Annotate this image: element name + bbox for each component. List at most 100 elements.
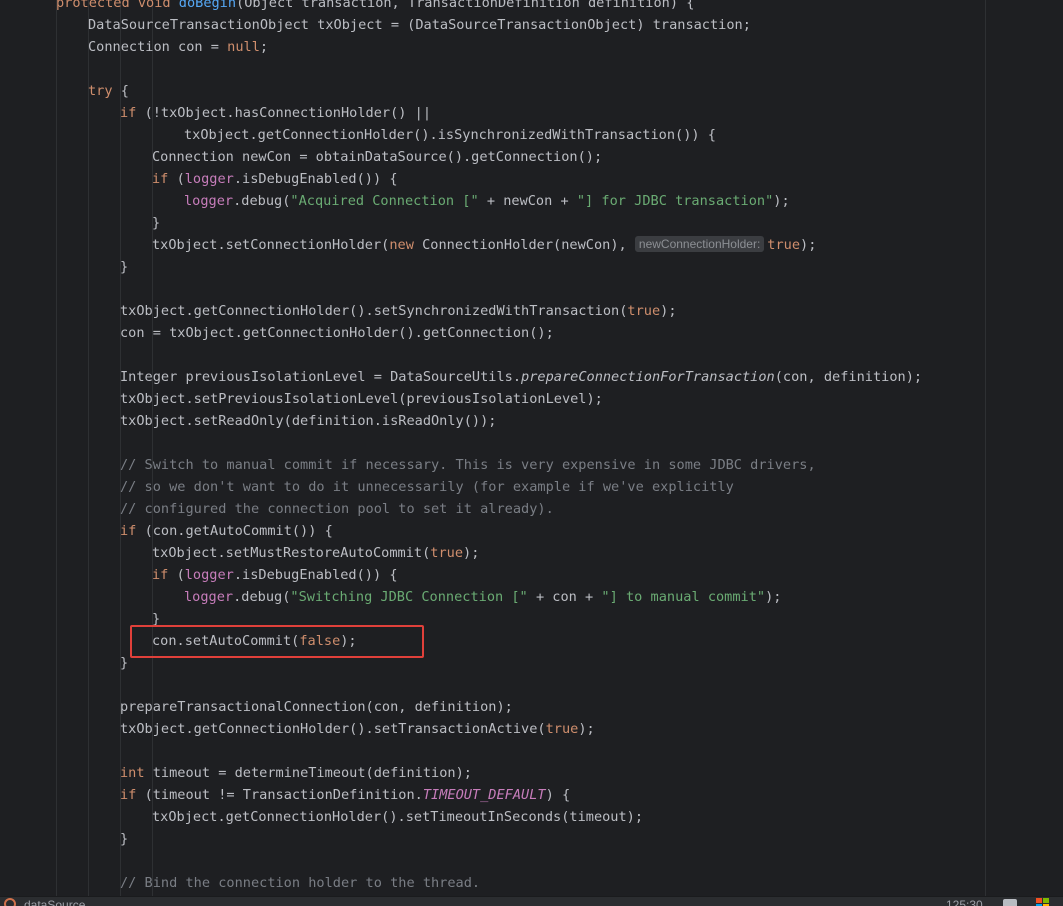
code-line[interactable]: if (!txObject.hasConnectionHolder() || [120, 102, 431, 124]
status-bar: dataSource 125:30 [0, 896, 1063, 906]
code-line[interactable]: con = txObject.getConnectionHolder().get… [120, 322, 554, 344]
code-token: Connection newCon = obtainDataSource().g… [152, 149, 603, 165]
code-line[interactable]: logger.debug("Switching JDBC Connection … [184, 586, 781, 608]
code-token: logger [184, 589, 234, 605]
code-line[interactable]: txObject.setConnectionHolder(new Connect… [152, 234, 816, 256]
code-token: (Object transaction, TransactionDefiniti… [236, 0, 695, 11]
windows-icon[interactable] [1036, 898, 1050, 906]
code-token: "] to manual commit" [601, 589, 766, 605]
code-token: try [88, 83, 121, 99]
code-line[interactable]: txObject.setPreviousIsolationLevel(previ… [120, 388, 603, 410]
code-token: logger [184, 171, 234, 187]
code-token: DataSourceTransactionObject txObject = (… [88, 17, 751, 33]
code-token: protected [56, 0, 138, 11]
code-line[interactable]: txObject.setMustRestoreAutoCommit(true); [152, 542, 479, 564]
code-line[interactable]: // configured the connection pool to set… [120, 498, 554, 520]
code-token: Integer previousIsolationLevel = DataSou… [120, 369, 522, 385]
code-token: txObject.setReadOnly(definition.isReadOn… [120, 413, 497, 429]
code-token: "Acquired Connection [" [290, 193, 487, 209]
code-line[interactable]: } [120, 828, 128, 850]
code-token: void [137, 0, 179, 11]
code-token: // so we don't want to do it unnecessari… [120, 479, 734, 495]
database-icon[interactable] [4, 898, 16, 906]
code-line[interactable]: int timeout = determineTimeout(definitio… [120, 762, 472, 784]
code-token: if [152, 567, 177, 583]
code-token: txObject.getConnectionHolder().setSynchr… [120, 303, 628, 319]
code-line[interactable]: txObject.getConnectionHolder().isSynchro… [184, 124, 716, 146]
code-line[interactable]: txObject.getConnectionHolder().setTransa… [120, 718, 595, 740]
datasource-label[interactable]: dataSource [24, 898, 85, 906]
code-token: if [120, 787, 145, 803]
code-token: if [120, 105, 145, 121]
code-line[interactable]: // Switch to manual commit if necessary.… [120, 454, 816, 476]
code-line[interactable]: Connection con = null; [88, 36, 268, 58]
code-line[interactable]: } [120, 652, 128, 674]
code-token: ); [800, 237, 817, 253]
code-token: true [627, 303, 661, 319]
code-token: logger [184, 193, 234, 209]
code-token: txObject.getConnectionHolder().isSynchro… [184, 127, 716, 143]
code-token: int [120, 765, 153, 781]
code-token: true [430, 545, 464, 561]
code-token: txObject.getConnectionHolder().setTransa… [120, 721, 546, 737]
code-token: ( [176, 171, 185, 187]
code-token: if [152, 171, 177, 187]
code-token: ConnectionHolder(newCon), [422, 237, 635, 253]
code-token: ) { [545, 787, 571, 803]
code-line[interactable]: // Bind the connection holder to the thr… [120, 872, 480, 894]
code-token: true [767, 237, 801, 253]
code-editor[interactable]: protected void doBegin(Object transactio… [0, 0, 1063, 896]
code-token: } [120, 655, 129, 671]
code-token: if [120, 523, 145, 539]
code-token: txObject.setConnectionHolder( [152, 237, 390, 253]
code-token: (con, definition); [774, 369, 923, 385]
indent-guide [88, 0, 89, 896]
code-token: prepareConnectionForTransaction [521, 369, 775, 385]
parameter-hint: newConnectionHolder: [634, 236, 765, 252]
code-line[interactable]: logger.debug("Acquired Connection [" + n… [184, 190, 790, 212]
code-token: ); [660, 303, 677, 319]
code-token: + newCon + [486, 193, 577, 209]
code-line[interactable]: txObject.getConnectionHolder().setSynchr… [120, 300, 677, 322]
code-line[interactable]: if (con.getAutoCommit()) { [120, 520, 333, 542]
caret-position[interactable]: 125:30 [946, 898, 983, 906]
code-token: txObject.setMustRestoreAutoCommit( [152, 545, 431, 561]
code-token: (!txObject.hasConnectionHolder() || [144, 105, 432, 121]
lock-icon[interactable] [1003, 899, 1017, 906]
code-line[interactable]: if (timeout != TransactionDefinition.TIM… [120, 784, 570, 806]
code-line[interactable]: DataSourceTransactionObject txObject = (… [88, 14, 751, 36]
code-line[interactable]: if (logger.isDebugEnabled()) { [152, 564, 398, 586]
code-line[interactable]: try { [88, 80, 129, 102]
code-token: null [227, 39, 260, 55]
code-token: "] for JDBC transaction" [576, 193, 774, 209]
code-token: ); [578, 721, 595, 737]
code-line[interactable]: txObject.setReadOnly(definition.isReadOn… [120, 410, 496, 432]
right-margin-guide [985, 0, 986, 896]
code-token: { [120, 83, 129, 99]
code-token: } [120, 831, 129, 847]
highlight-annotation-box [130, 625, 424, 658]
code-token: ); [773, 193, 790, 209]
code-line[interactable]: protected void doBegin(Object transactio… [56, 0, 694, 14]
code-token: // Switch to manual commit if necessary.… [120, 457, 816, 473]
code-line[interactable]: if (logger.isDebugEnabled()) { [152, 168, 398, 190]
code-token: txObject.setPreviousIsolationLevel(previ… [120, 391, 603, 407]
code-line[interactable]: } [152, 212, 160, 234]
code-line[interactable]: Connection newCon = obtainDataSource().g… [152, 146, 602, 168]
code-token: .isDebugEnabled()) { [233, 171, 398, 187]
code-token: ); [765, 589, 782, 605]
code-token: doBegin [178, 0, 237, 11]
code-token: logger [184, 567, 234, 583]
code-line[interactable]: // so we don't want to do it unnecessari… [120, 476, 734, 498]
code-line[interactable]: txObject.getConnectionHolder().setTimeou… [152, 806, 643, 828]
code-line[interactable]: prepareTransactionalConnection(con, defi… [120, 696, 513, 718]
code-token: .debug( [233, 193, 291, 209]
code-token: + con + [535, 589, 602, 605]
code-token: // configured the connection pool to set… [120, 501, 554, 517]
code-token: timeout = determineTimeout(definition); [152, 765, 472, 781]
code-token: prepareTransactionalConnection(con, defi… [120, 699, 513, 715]
code-token: (con.getAutoCommit()) { [144, 523, 333, 539]
code-token: con = txObject.getConnectionHolder().get… [120, 325, 554, 341]
code-line[interactable]: } [120, 256, 128, 278]
code-line[interactable]: Integer previousIsolationLevel = DataSou… [120, 366, 922, 388]
